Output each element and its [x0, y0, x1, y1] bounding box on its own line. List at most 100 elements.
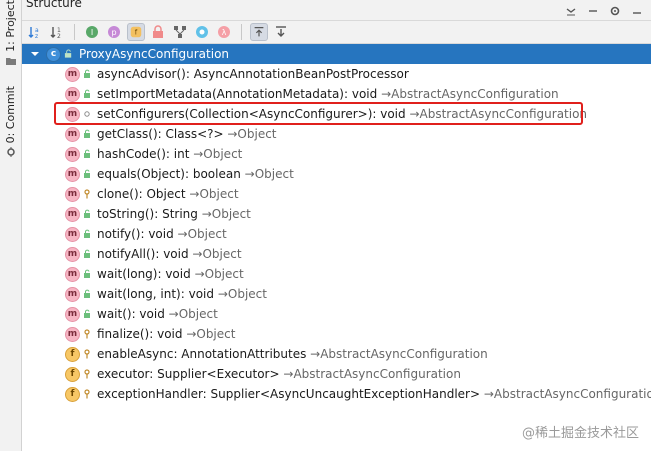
show-fields-button[interactable]: f — [127, 23, 145, 41]
autoscroll-to-source-icon — [254, 27, 264, 37]
show-inherited-button[interactable]: I — [83, 23, 101, 41]
tree-item-label: setConfigurers(Collection<AsyncConfigure… — [97, 107, 587, 121]
tree-item-row[interactable]: f executor: Supplier<Executor> →AbstractA… — [22, 364, 651, 384]
project-tab-label: 1: Project — [4, 0, 17, 52]
show-anonymous-button[interactable] — [193, 23, 211, 41]
svg-text:z: z — [35, 33, 38, 40]
method-icon: m — [65, 126, 80, 142]
member-signature: enableAsync: AnnotationAttributes — [97, 347, 307, 361]
commit-tab[interactable]: 0: Commit — [3, 86, 18, 158]
protected-key-icon — [84, 389, 90, 399]
autoscroll-to-source-button[interactable] — [250, 23, 268, 41]
member-origin: →AbstractAsyncConfiguration — [381, 87, 559, 101]
tree-item-label: finalize(): void →Object — [97, 327, 235, 341]
member-signature: wait(long): void — [97, 267, 191, 281]
method-icon: m — [65, 326, 80, 342]
sort-alpha-icon: 12 — [50, 27, 61, 40]
method-icon: m — [65, 146, 80, 162]
toolbar-separator — [74, 24, 75, 40]
project-tab[interactable]: 1: Project — [3, 0, 18, 66]
show-lambdas-group-button[interactable] — [171, 23, 189, 41]
member-signature: wait(long, int): void — [97, 287, 214, 301]
method-icon: m — [65, 246, 80, 262]
method-icon: m — [65, 286, 80, 302]
autoscroll-from-source-icon — [276, 26, 286, 37]
chevron-down-icon[interactable] — [30, 49, 40, 59]
tree-item-row[interactable]: m getClass(): Class<?> →Object — [22, 124, 651, 144]
sort-alpha-button[interactable]: 12 — [48, 23, 66, 41]
tree-item-row[interactable]: m clone(): Object →Object — [22, 184, 651, 204]
tree-item-row[interactable]: m toString(): String →Object — [22, 204, 651, 224]
sort-visibility-button[interactable]: az — [26, 23, 44, 41]
method-icon: m — [65, 66, 80, 82]
property-icon: p — [108, 26, 120, 38]
tree-item-label: asyncAdvisor(): AsyncAnnotationBeanPostP… — [97, 67, 409, 81]
tree-item-label: notify(): void →Object — [97, 227, 227, 241]
member-signature: asyncAdvisor(): AsyncAnnotationBeanPostP… — [97, 67, 409, 81]
field-icon: f — [65, 366, 80, 382]
minimize-icon[interactable] — [631, 2, 643, 14]
hierarchy-icon — [174, 26, 186, 38]
method-icon: m — [65, 306, 80, 322]
public-unlocked-icon — [84, 129, 90, 138]
collapse-icon[interactable] — [565, 2, 577, 16]
tree-item-row[interactable]: m finalize(): void →Object — [22, 324, 651, 344]
public-unlocked-icon — [84, 149, 90, 158]
folder-icon — [5, 57, 16, 65]
tree-item-label: executor: Supplier<Executor> →AbstractAs… — [97, 367, 461, 381]
tree-item-row[interactable]: m notifyAll(): void →Object — [22, 244, 651, 264]
member-signature: wait(): void — [97, 307, 165, 321]
tree-item-row[interactable]: f enableAsync: AnnotationAttributes →Abst… — [22, 344, 651, 364]
tree-item-row[interactable]: m hashCode(): int →Object — [22, 144, 651, 164]
member-signature: finalize(): void — [97, 327, 183, 341]
field-icon: f — [65, 346, 80, 362]
anonymous-icon — [196, 26, 208, 38]
tree-item-row[interactable]: m wait(long): void →Object — [22, 264, 651, 284]
field-icon: f — [65, 386, 80, 402]
svg-text:2: 2 — [57, 33, 61, 40]
protected-key-icon — [84, 329, 90, 339]
member-origin: →Object — [217, 287, 267, 301]
toolbar-separator — [241, 24, 242, 40]
member-signature: toString(): String — [97, 207, 198, 221]
tree-item-row[interactable]: m equals(Object): boolean →Object — [22, 164, 651, 184]
public-unlocked-icon — [84, 89, 90, 98]
protected-key-icon — [84, 189, 90, 199]
autoscroll-from-source-button[interactable] — [272, 23, 290, 41]
tree-item-row[interactable]: m asyncAdvisor(): AsyncAnnotationBeanPost… — [22, 64, 651, 84]
member-signature: clone(): Object — [97, 187, 186, 201]
method-icon: m — [65, 226, 80, 242]
tree-root-row[interactable]: c ProxyAsyncConfiguration — [22, 44, 651, 64]
method-icon: m — [65, 166, 80, 182]
member-origin: →Object — [168, 307, 218, 321]
member-origin: →AbstractAsyncConfiguration — [310, 347, 488, 361]
method-icon: m — [65, 106, 80, 122]
tree-item-label: enableAsync: AnnotationAttributes →Abstr… — [97, 347, 488, 361]
structure-toolbar: az 12 I p f λ — [22, 21, 651, 44]
member-signature: exceptionHandler: Supplier<AsyncUncaught… — [97, 387, 481, 401]
tree-item-row[interactable]: f exceptionHandler: Supplier<AsyncUncaugh… — [22, 384, 651, 404]
tree-item-row[interactable]: m setImportMetadata(AnnotationMetadata): … — [22, 84, 651, 104]
tree-item-label: wait(long, int): void →Object — [97, 287, 267, 301]
tree-item-label: toString(): String →Object — [97, 207, 251, 221]
tree-item-label: getClass(): Class<?> →Object — [97, 127, 277, 141]
lambda-icon: λ — [218, 26, 230, 38]
gear-icon[interactable] — [609, 2, 621, 16]
tree-item-row[interactable]: m wait(long, int): void →Object — [22, 284, 651, 304]
method-icon: m — [65, 86, 80, 102]
protected-key-icon — [84, 369, 90, 379]
member-origin: →Object — [194, 267, 244, 281]
public-unlocked-icon — [84, 209, 90, 218]
member-origin: →Object — [244, 167, 294, 181]
hide-icon[interactable] — [587, 2, 599, 14]
field-icon: f — [130, 26, 142, 38]
tree-item-row[interactable]: m setConfigurers(Collection<AsyncConfigur… — [22, 104, 651, 124]
show-lambdas-button[interactable]: λ — [215, 23, 233, 41]
show-properties-button[interactable]: p — [105, 23, 123, 41]
tree-item-row[interactable]: m wait(): void →Object — [22, 304, 651, 324]
class-icon: c — [46, 46, 61, 62]
tree-item-row[interactable]: m notify(): void →Object — [22, 224, 651, 244]
method-icon: m — [65, 206, 80, 222]
show-non-public-button[interactable] — [149, 23, 167, 41]
tree-item-label: equals(Object): boolean →Object — [97, 167, 294, 181]
